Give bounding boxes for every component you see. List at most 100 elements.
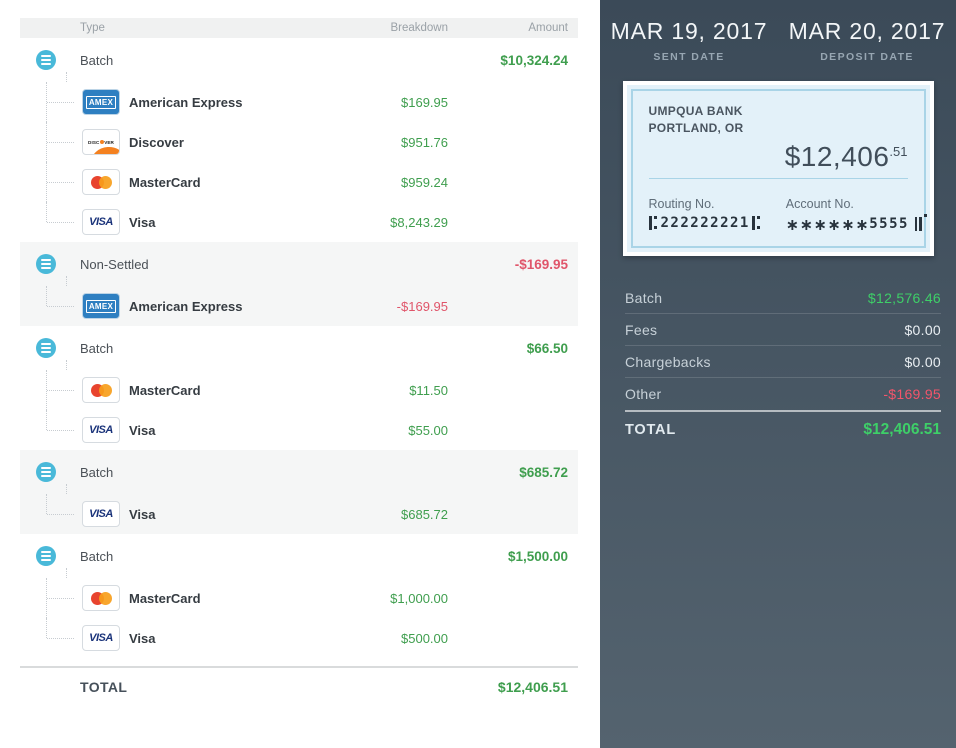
card-breakdown-amount: $55.00 xyxy=(328,423,448,438)
batch-amount: $1,500.00 xyxy=(448,549,568,564)
micr-transit-icon xyxy=(649,216,657,230)
summary-total-label: TOTAL xyxy=(625,422,676,438)
visa-card-icon: VISA xyxy=(82,417,120,443)
list-icon xyxy=(36,546,56,566)
deposit-summary-panel: MAR 19, 2017 SENT DATE MAR 20, 2017 DEPO… xyxy=(600,0,956,748)
batch-amount: $66.50 xyxy=(448,341,568,356)
discover-card-icon: DISCVER xyxy=(82,129,120,155)
account-last-digits: 5555 xyxy=(869,216,909,232)
batch-groups: Batch $10,324.24 AMEX American Express $… xyxy=(20,38,578,658)
list-icon xyxy=(36,254,56,274)
tree-connector xyxy=(20,618,82,658)
batch-children: AMEX American Express $169.95 DISCVER Di… xyxy=(20,82,578,242)
card-breakdown-row: VISA Visa $8,243.29 xyxy=(20,202,578,242)
tree-connector xyxy=(20,410,82,450)
account-masked-digits: ∗∗∗∗∗∗ xyxy=(786,215,869,234)
card-breakdown-row: VISA Visa $685.72 xyxy=(20,494,578,534)
card-name: MasterCard xyxy=(129,591,328,606)
card-breakdown-amount: $959.24 xyxy=(328,175,448,190)
routing-number: 222222221 xyxy=(661,215,750,231)
summary-total-row: TOTAL $12,406.51 xyxy=(625,410,941,448)
summary-row: Chargebacks $0.00 xyxy=(625,346,941,378)
batch-amount: $10,324.24 xyxy=(448,53,568,68)
summary-row: Fees $0.00 xyxy=(625,314,941,346)
card-breakdown-amount: -$169.95 xyxy=(328,299,448,314)
card-breakdown-row: MasterCard $11.50 xyxy=(20,370,578,410)
card-breakdown-row: AMEX American Express -$169.95 xyxy=(20,286,578,326)
visa-card-icon: VISA xyxy=(82,625,120,651)
card-breakdown-row: AMEX American Express $169.95 xyxy=(20,82,578,122)
batch-children: AMEX American Express -$169.95 xyxy=(20,286,578,326)
card-breakdown-amount: $685.72 xyxy=(328,507,448,522)
deposit-date-label: DEPOSIT DATE xyxy=(778,51,956,63)
list-icon xyxy=(36,462,56,482)
batch-group-row[interactable]: Batch $66.50 xyxy=(20,326,578,370)
check-amount-row: $12,406.51 xyxy=(649,141,908,179)
micr-transit-icon xyxy=(752,216,760,230)
batch-group-row[interactable]: Non-Settled -$169.95 xyxy=(20,242,578,286)
batch-group: Batch $1,500.00 MasterCard $1,000.00 VIS… xyxy=(20,534,578,658)
sent-date-value: MAR 19, 2017 xyxy=(600,18,778,45)
routing-label: Routing No. xyxy=(649,197,786,211)
card-name: Visa xyxy=(129,631,328,646)
summary-row-label: Chargebacks xyxy=(625,354,711,370)
check-amount: $12,406 xyxy=(785,141,890,172)
date-header: MAR 19, 2017 SENT DATE MAR 20, 2017 DEPO… xyxy=(600,12,956,63)
column-header-breakdown: Breakdown xyxy=(328,22,448,34)
summary-row: Other -$169.95 xyxy=(625,378,941,409)
card-breakdown-amount: $8,243.29 xyxy=(328,215,448,230)
table-header: Type Breakdown Amount xyxy=(20,18,578,38)
visa-card-icon: VISA xyxy=(82,501,120,527)
amex-card-icon: AMEX xyxy=(82,293,120,319)
summary-row: Batch $12,576.46 xyxy=(625,282,941,314)
card-name: Discover xyxy=(129,135,328,150)
batch-children: MasterCard $11.50 VISA Visa $55.00 xyxy=(20,370,578,450)
deposit-detail-view: Type Breakdown Amount Batch $10,324.24 A… xyxy=(0,0,956,748)
sent-date-label: SENT DATE xyxy=(600,51,778,63)
mastercard-card-icon xyxy=(82,377,120,403)
mastercard-card-icon xyxy=(82,169,120,195)
tree-connector xyxy=(20,82,82,122)
card-name: American Express xyxy=(129,95,328,110)
batch-table-panel: Type Breakdown Amount Batch $10,324.24 A… xyxy=(0,0,600,748)
column-header-amount: Amount xyxy=(448,22,568,34)
summary-row-value: $12,576.46 xyxy=(868,290,941,306)
summary-row-label: Fees xyxy=(625,322,657,338)
list-icon xyxy=(36,50,56,70)
card-breakdown-row: MasterCard $959.24 xyxy=(20,162,578,202)
tree-connector xyxy=(20,578,82,618)
summary-row-value: $0.00 xyxy=(904,322,941,338)
deposit-date-value: MAR 20, 2017 xyxy=(778,18,956,45)
deposit-date-block: MAR 20, 2017 DEPOSIT DATE xyxy=(778,12,956,63)
card-breakdown-amount: $11.50 xyxy=(328,383,448,398)
batch-type-label: Batch xyxy=(80,465,328,480)
deposit-check-inner: UMPQUA BANK PORTLAND, OR $12,406.51 Rout… xyxy=(631,89,926,248)
visa-card-icon: VISA xyxy=(82,209,120,235)
bank-location: PORTLAND, OR xyxy=(649,120,908,137)
card-name: American Express xyxy=(129,299,328,314)
card-breakdown-amount: $1,000.00 xyxy=(328,591,448,606)
column-header-type: Type xyxy=(20,22,328,34)
table-total-label: TOTAL xyxy=(20,679,448,695)
summary-row-value: $0.00 xyxy=(904,354,941,370)
batch-group-row[interactable]: Batch $1,500.00 xyxy=(20,534,578,578)
deposit-check: UMPQUA BANK PORTLAND, OR $12,406.51 Rout… xyxy=(623,81,934,256)
micr-onus-icon xyxy=(915,217,922,231)
batch-group-row[interactable]: Batch $685.72 xyxy=(20,450,578,494)
sent-date-block: MAR 19, 2017 SENT DATE xyxy=(600,12,778,63)
table-total-amount: $12,406.51 xyxy=(448,679,568,695)
card-breakdown-amount: $951.76 xyxy=(328,135,448,150)
card-breakdown-row: MasterCard $1,000.00 xyxy=(20,578,578,618)
summary-row-label: Other xyxy=(625,386,662,402)
table-total-row: TOTAL $12,406.51 xyxy=(20,668,578,706)
batch-type-label: Batch xyxy=(80,53,328,68)
batch-children: MasterCard $1,000.00 VISA Visa $500.00 xyxy=(20,578,578,658)
tree-connector xyxy=(20,202,82,242)
card-name: MasterCard xyxy=(129,175,328,190)
mastercard-card-icon xyxy=(82,585,120,611)
summary-row-value: -$169.95 xyxy=(883,386,941,402)
batch-group-row[interactable]: Batch $10,324.24 xyxy=(20,38,578,82)
card-name: Visa xyxy=(129,507,328,522)
tree-connector xyxy=(20,162,82,202)
summary-total-value: $12,406.51 xyxy=(863,421,941,439)
